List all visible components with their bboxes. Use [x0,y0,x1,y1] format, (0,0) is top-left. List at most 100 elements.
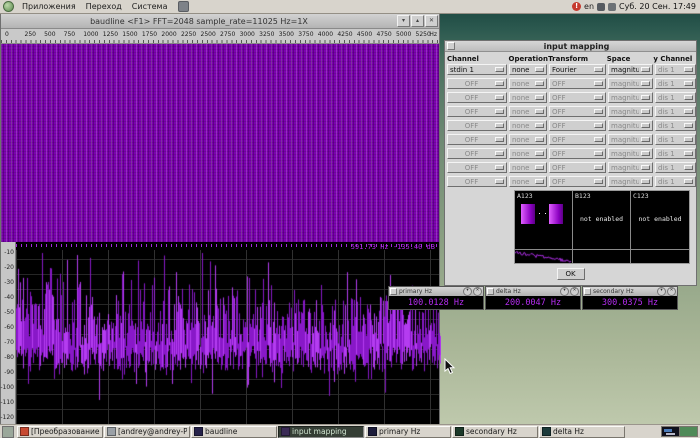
meter-body: 100.0128 Hz [389,296,483,309]
meter-menu-icon[interactable] [487,288,494,295]
taskbar-item[interactable]: [andrey@andrey-PC: ~/... [104,426,190,438]
db-scale[interactable]: -10-20-30-40-50-60-70-80-90-100-110-120 [1,242,16,425]
y-channel-select[interactable]: dis 1 [655,64,696,75]
y-channel-select[interactable]: dis 1 [655,162,696,173]
ok-button[interactable]: OK [557,268,585,280]
preview-a123-label: A123 [517,192,533,200]
y-channel-select[interactable]: dis 1 [655,106,696,117]
operation-select[interactable]: none [509,78,547,89]
taskbar-item[interactable]: primary Hz [365,426,451,438]
preview-b123[interactable]: B123 not enabled [573,191,631,249]
y-channel-select[interactable]: dis 1 [655,148,696,159]
operation-select[interactable]: none [509,162,547,173]
taskbar-item[interactable]: secondary Hz [452,426,538,438]
y-channel-select[interactable]: dis 1 [655,92,696,103]
transform-select[interactable]: OFF [549,148,606,159]
show-desktop-icon[interactable] [2,426,14,438]
dialog-titlebar[interactable]: input mapping [445,41,696,52]
transform-select[interactable]: OFF [549,92,606,103]
channel-select[interactable]: OFF [447,148,507,159]
meter-minimize-button[interactable]: ▾ [560,287,569,296]
channel-select[interactable]: OFF [447,120,507,131]
space-select[interactable]: magnitude [608,92,653,103]
dropdown-indicator-icon [641,67,650,72]
transform-select[interactable]: OFF [549,106,606,117]
menu-applications[interactable]: Приложения [17,0,81,13]
clock[interactable]: Суб. 20 Сен. 17:49 [619,2,696,11]
space-select[interactable]: magnitude [608,64,653,75]
update-alert-icon[interactable]: ! [572,2,581,11]
taskbar-item[interactable]: delta Hz [539,426,625,438]
operation-select[interactable]: none [509,134,547,145]
minimize-button[interactable]: ▾ [397,15,410,27]
spectrum-display[interactable] [16,250,439,425]
spectrogram-display[interactable] [1,44,439,242]
transform-select[interactable]: OFF [549,134,606,145]
frequency-scale[interactable]: Hz 0250500750100012501500175020002250250… [1,29,439,44]
space-select[interactable]: magnitude [608,106,653,117]
preview-c123[interactable]: C123 not enabled [631,191,689,249]
channel-select[interactable]: OFF [447,92,507,103]
space-select[interactable]: magnitude [608,148,653,159]
taskbar-item-label: input mapping [292,427,347,436]
transform-select[interactable]: OFF [549,78,606,89]
y-channel-select[interactable]: dis 1 [655,78,696,89]
y-channel-select[interactable]: dis 1 [655,134,696,145]
baudline-titlebar[interactable]: baudline <F1> FFT=2048 sample_rate=11025… [1,14,439,29]
freq-tick-label: 750 [64,31,75,38]
meter-close-button[interactable]: ✕ [570,287,579,296]
operation-select[interactable]: none [509,106,547,117]
transform-select[interactable]: OFF [549,162,606,173]
channel-select[interactable]: OFF [447,106,507,117]
input-method-icon[interactable] [597,3,605,11]
meter-minimize-button[interactable]: ▾ [657,287,666,296]
operation-select[interactable]: none [509,148,547,159]
space-select[interactable]: magnitude [608,162,653,173]
freq-tick-label: 2000 [161,31,176,38]
meter-titlebar[interactable]: delta Hz ▾ ✕ [486,287,580,296]
transform-select[interactable]: OFF [549,120,606,131]
preview-a123[interactable]: A123 [515,191,573,249]
workspace-1[interactable] [662,427,679,436]
operation-select[interactable]: none [509,92,547,103]
taskbar-item[interactable]: baudline [191,426,277,438]
space-select[interactable]: magnitude [608,120,653,131]
meter-titlebar[interactable]: secondary Hz ▾ ✕ [583,287,677,296]
y-channel-select[interactable]: dis 1 [655,176,696,187]
space-select[interactable]: magnitude [608,134,653,145]
channel-select[interactable]: stdin 1 [447,64,507,75]
meter-value: 200.0047 Hz [505,298,561,308]
volume-icon[interactable] [608,3,616,11]
workspace-2[interactable] [679,427,697,436]
menu-places[interactable]: Переход [81,0,127,13]
meter-menu-icon[interactable] [584,288,591,295]
dropdown-indicator-icon [535,137,544,142]
maximize-button[interactable]: ▴ [411,15,424,27]
channel-select[interactable]: OFF [447,134,507,145]
transform-select[interactable]: OFF [549,176,606,187]
y-channel-select[interactable]: dis 1 [655,120,696,131]
space-select[interactable]: magnitude [608,176,653,187]
screenshot-icon[interactable] [178,1,189,12]
distro-logo-icon[interactable] [3,1,14,12]
meter-close-button[interactable]: ✕ [473,287,482,296]
close-button[interactable]: ✕ [425,15,438,27]
operation-select[interactable]: none [509,64,547,75]
taskbar-item[interactable]: [Преобразование Фурь... [17,426,103,438]
keyboard-layout-indicator[interactable]: en [584,2,594,11]
operation-select[interactable]: none [509,120,547,131]
channel-select[interactable]: OFF [447,176,507,187]
dropdown-indicator-icon [684,165,693,170]
meter-minimize-button[interactable]: ▾ [463,287,472,296]
transform-select[interactable]: Fourier [549,64,606,75]
meter-menu-icon[interactable] [390,288,397,295]
operation-select[interactable]: none [509,176,547,187]
space-select[interactable]: magnitude [608,78,653,89]
channel-select[interactable]: OFF [447,78,507,89]
taskbar-item[interactable]: input mapping [278,426,364,438]
meter-titlebar[interactable]: primary Hz ▾ ✕ [389,287,483,296]
meter-close-button[interactable]: ✕ [667,287,676,296]
channel-select[interactable]: OFF [447,162,507,173]
menu-system[interactable]: Система [127,0,173,13]
dialog-menu-icon[interactable] [447,42,455,50]
